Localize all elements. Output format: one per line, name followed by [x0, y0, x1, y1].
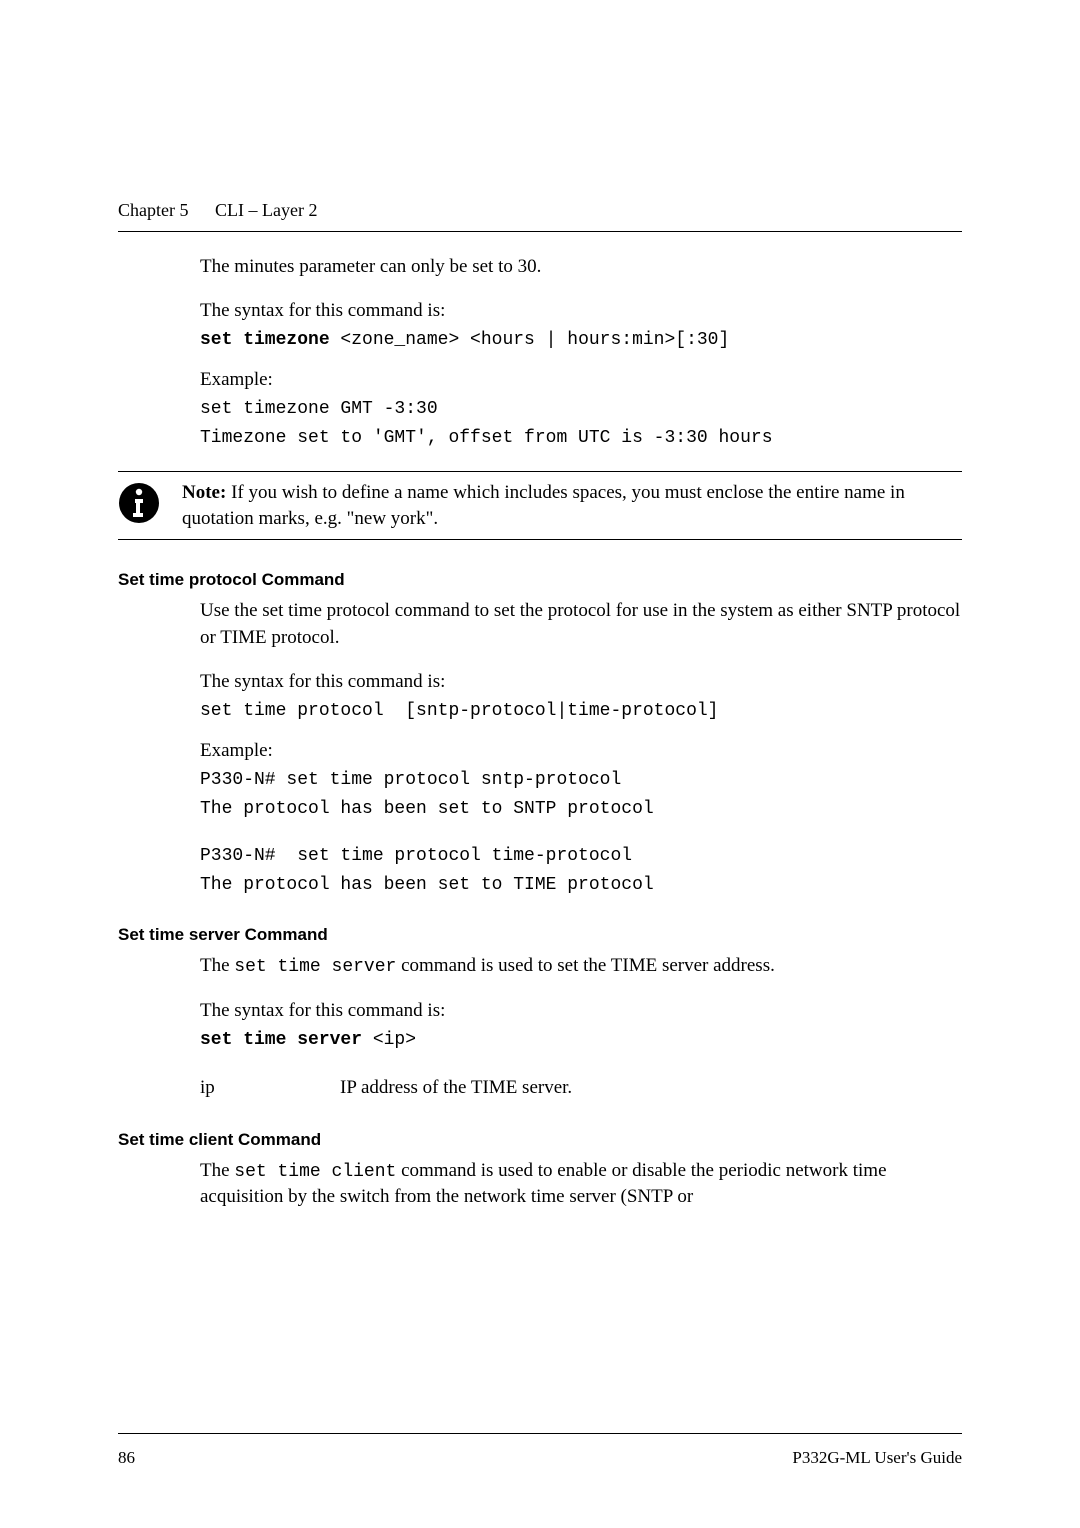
- client-desc-pre: The: [200, 1160, 234, 1181]
- syntax-label: The syntax for this command is:: [200, 298, 962, 324]
- syntax-cmd-rest: <zone_name> <hours | hours:min>[:30]: [330, 330, 730, 350]
- note-inner: Note: If you wish to define a name which…: [118, 472, 962, 539]
- body: The minutes parameter can only be set to…: [118, 232, 962, 1433]
- server-desc-post: command is used to set the TIME server a…: [396, 955, 775, 976]
- info-icon: [118, 482, 160, 524]
- server-block: The set time server command is used to s…: [200, 953, 962, 1101]
- protocol-ex2-line2: The protocol has been set to TIME protoc…: [200, 873, 962, 898]
- protocol-example-label: Example:: [200, 738, 962, 764]
- client-desc-code: set time client: [234, 1162, 396, 1182]
- syntax-cmd-bold: set timezone: [200, 330, 330, 350]
- param-desc: IP address of the TIME server.: [340, 1075, 572, 1101]
- example-line-2: Timezone set to 'GMT', offset from UTC i…: [200, 426, 962, 451]
- note-body: If you wish to define a name which inclu…: [182, 482, 905, 529]
- page: Chapter 5 CLI – Layer 2 The minutes para…: [0, 0, 1080, 1528]
- chapter-title: CLI – Layer 2: [215, 200, 317, 220]
- protocol-syntax-label: The syntax for this command is:: [200, 669, 962, 695]
- minutes-note: The minutes parameter can only be set to…: [200, 254, 962, 280]
- protocol-ex2-line1: P330-N# set time protocol time-protocol: [200, 844, 962, 869]
- heading-set-time-protocol: Set time protocol Command: [118, 570, 962, 590]
- intro-block: The minutes parameter can only be set to…: [200, 254, 962, 451]
- server-syntax-cmd: set time server <ip>: [200, 1028, 962, 1053]
- client-desc: The set time client command is used to e…: [200, 1158, 962, 1211]
- protocol-desc: Use the set time protocol command to set…: [200, 598, 962, 650]
- param-term: ip: [200, 1075, 340, 1101]
- syntax-command: set timezone <zone_name> <hours | hours:…: [200, 328, 962, 353]
- note-block: Note: If you wish to define a name which…: [118, 471, 962, 540]
- protocol-block: Use the set time protocol command to set…: [200, 598, 962, 897]
- heading-set-time-client: Set time client Command: [118, 1130, 962, 1150]
- note-rule-bottom: [118, 539, 962, 540]
- footer: 86 P332G-ML User's Guide: [118, 1434, 962, 1468]
- server-desc: The set time server command is used to s…: [200, 953, 962, 980]
- running-header: Chapter 5 CLI – Layer 2: [118, 200, 962, 221]
- note-text: Note: If you wish to define a name which…: [182, 480, 962, 531]
- protocol-ex1-line2: The protocol has been set to SNTP protoc…: [200, 797, 962, 822]
- chapter-number: Chapter 5: [118, 200, 188, 220]
- heading-set-time-server: Set time server Command: [118, 925, 962, 945]
- server-syntax-cmd-rest: <ip>: [362, 1030, 416, 1050]
- protocol-ex1-line1: P330-N# set time protocol sntp-protocol: [200, 768, 962, 793]
- param-row: ip IP address of the TIME server.: [200, 1075, 962, 1101]
- note-label: Note:: [182, 482, 226, 503]
- client-block: The set time client command is used to e…: [200, 1158, 962, 1211]
- server-syntax-cmd-bold: set time server: [200, 1030, 362, 1050]
- protocol-syntax-cmd: set time protocol [sntp-protocol|time-pr…: [200, 699, 962, 724]
- server-syntax-label: The syntax for this command is:: [200, 998, 962, 1024]
- doc-title: P332G-ML User's Guide: [792, 1448, 962, 1468]
- server-desc-pre: The: [200, 955, 234, 976]
- page-number: 86: [118, 1448, 135, 1468]
- example-label: Example:: [200, 367, 962, 393]
- example-line-1: set timezone GMT -3:30: [200, 397, 962, 422]
- server-desc-code: set time server: [234, 957, 396, 977]
